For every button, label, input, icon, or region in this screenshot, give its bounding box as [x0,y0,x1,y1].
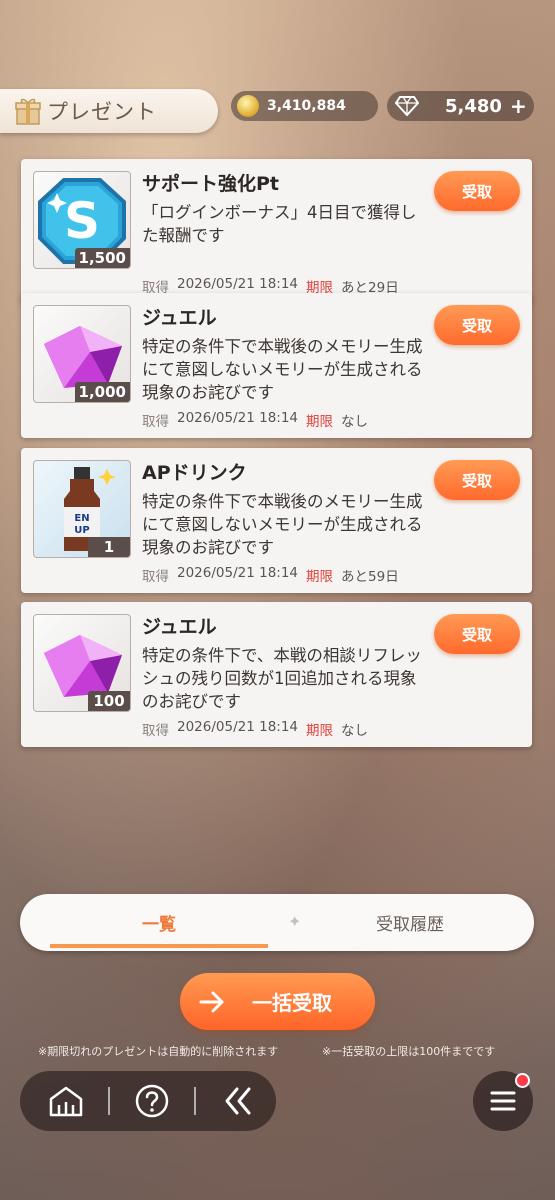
item-quantity: 1 [88,537,130,557]
item-name: サポート強化Pt [142,173,280,195]
acquired-label: 取得 [142,569,169,585]
divider [108,1087,110,1115]
svg-text:UP: UP [74,525,89,536]
item-quantity: 100 [88,691,130,711]
item-meta: 取得 2026/05/21 18:14 期限 あと59日 [142,565,399,585]
bulk-receive-label: 一括受取 [252,991,332,1015]
help-button[interactable] [122,1071,182,1131]
present-item: S 1,500 サポート強化Pt 「ログインボーナス」4日目で獲得した報酬です … [21,159,532,304]
limit-note: ※一括受取の上限は100件までです [322,1045,496,1058]
tab-bar: 一覧 ✦ 受取履歴 [20,894,534,951]
svg-text:EN: EN [74,513,89,524]
receive-button[interactable]: 受取 [434,460,520,500]
page-title: プレゼント [47,100,157,124]
receive-button[interactable]: 受取 [434,171,520,211]
present-item: EN UP 1 APドリンク 特定の条件下で本戦後のメモリー生成にて意図しないメ… [21,448,532,593]
jewel-icon: 1,000 [33,305,131,403]
arrow-right-icon [199,991,224,1012]
home-icon [49,1086,83,1117]
receive-button[interactable]: 受取 [434,305,520,345]
svg-text:S: S [64,192,100,250]
header-title-bar: プレゼント [0,89,218,133]
divider [194,1087,196,1115]
expiry-value: なし [341,414,369,430]
expiry-label: 期限 [306,723,334,739]
jewel-icon: 100 [33,614,131,712]
tab-separator-icon: ✦ [288,912,302,931]
add-gems-button[interactable]: + [510,94,527,118]
coin-amount: 3,410,884 [267,98,346,114]
item-name: ジュエル [142,616,217,638]
tab-list[interactable]: 一覧 [50,894,268,951]
present-item: 100 ジュエル 特定の条件下で、本戦の相談リフレッシュの残り回数が1回追加され… [21,602,532,747]
gem-amount: 5,480 [445,95,502,117]
item-quantity: 1,500 [74,248,130,268]
gift-icon [15,97,41,125]
acquired-date: 2026/05/21 18:14 [177,719,299,735]
coin-icon [237,95,259,117]
item-name: APドリンク [142,462,247,484]
item-name: ジュエル [142,307,217,329]
hamburger-menu-icon [490,1091,516,1111]
item-description: 特定の条件下で本戦後のメモリー生成にて意図しないメモリーが生成される現象のお詫び… [142,492,423,557]
double-chevron-left-icon [225,1087,251,1115]
acquired-date: 2026/05/21 18:14 [177,410,299,426]
bottom-nav [20,1071,276,1131]
item-description: 「ログインボーナス」4日目で獲得した報酬です [142,203,417,245]
item-quantity: 1,000 [74,382,130,402]
menu-button[interactable] [473,1071,533,1131]
tab-history[interactable]: 受取履歴 [310,894,510,951]
diamond-icon [395,96,419,116]
coin-counter: 3,410,884 [231,91,378,121]
acquired-label: 取得 [142,414,169,430]
present-item: 1,000 ジュエル 特定の条件下で本戦後のメモリー生成にて意図しないメモリーが… [21,293,532,438]
item-description: 特定の条件下で本戦後のメモリー生成にて意図しないメモリーが生成される現象のお詫び… [142,337,423,402]
help-icon [135,1084,169,1118]
ap-drink-icon: EN UP 1 [33,460,131,558]
item-meta: 取得 2026/05/21 18:14 期限 なし [142,719,368,739]
expiry-label: 期限 [306,569,334,585]
receive-button[interactable]: 受取 [434,614,520,654]
item-description: 特定の条件下で、本戦の相談リフレッシュの残り回数が1回追加される現象のお詫びです [142,646,422,711]
expiry-note: ※期限切れのプレゼントは自動的に削除されます [38,1045,279,1058]
expiry-label: 期限 [306,414,334,430]
item-meta: 取得 2026/05/21 18:14 期限 なし [142,410,368,430]
acquired-label: 取得 [142,723,169,739]
back-button[interactable] [208,1071,268,1131]
expiry-value: なし [341,723,369,739]
bulk-receive-button[interactable]: 一括受取 [180,973,375,1030]
support-pt-icon: S 1,500 [33,171,131,269]
expiry-value: あと59日 [341,569,399,585]
notification-dot [515,1073,530,1088]
home-button[interactable] [36,1071,96,1131]
gem-counter[interactable]: 5,480 + [387,91,534,121]
acquired-date: 2026/05/21 18:14 [177,565,299,581]
